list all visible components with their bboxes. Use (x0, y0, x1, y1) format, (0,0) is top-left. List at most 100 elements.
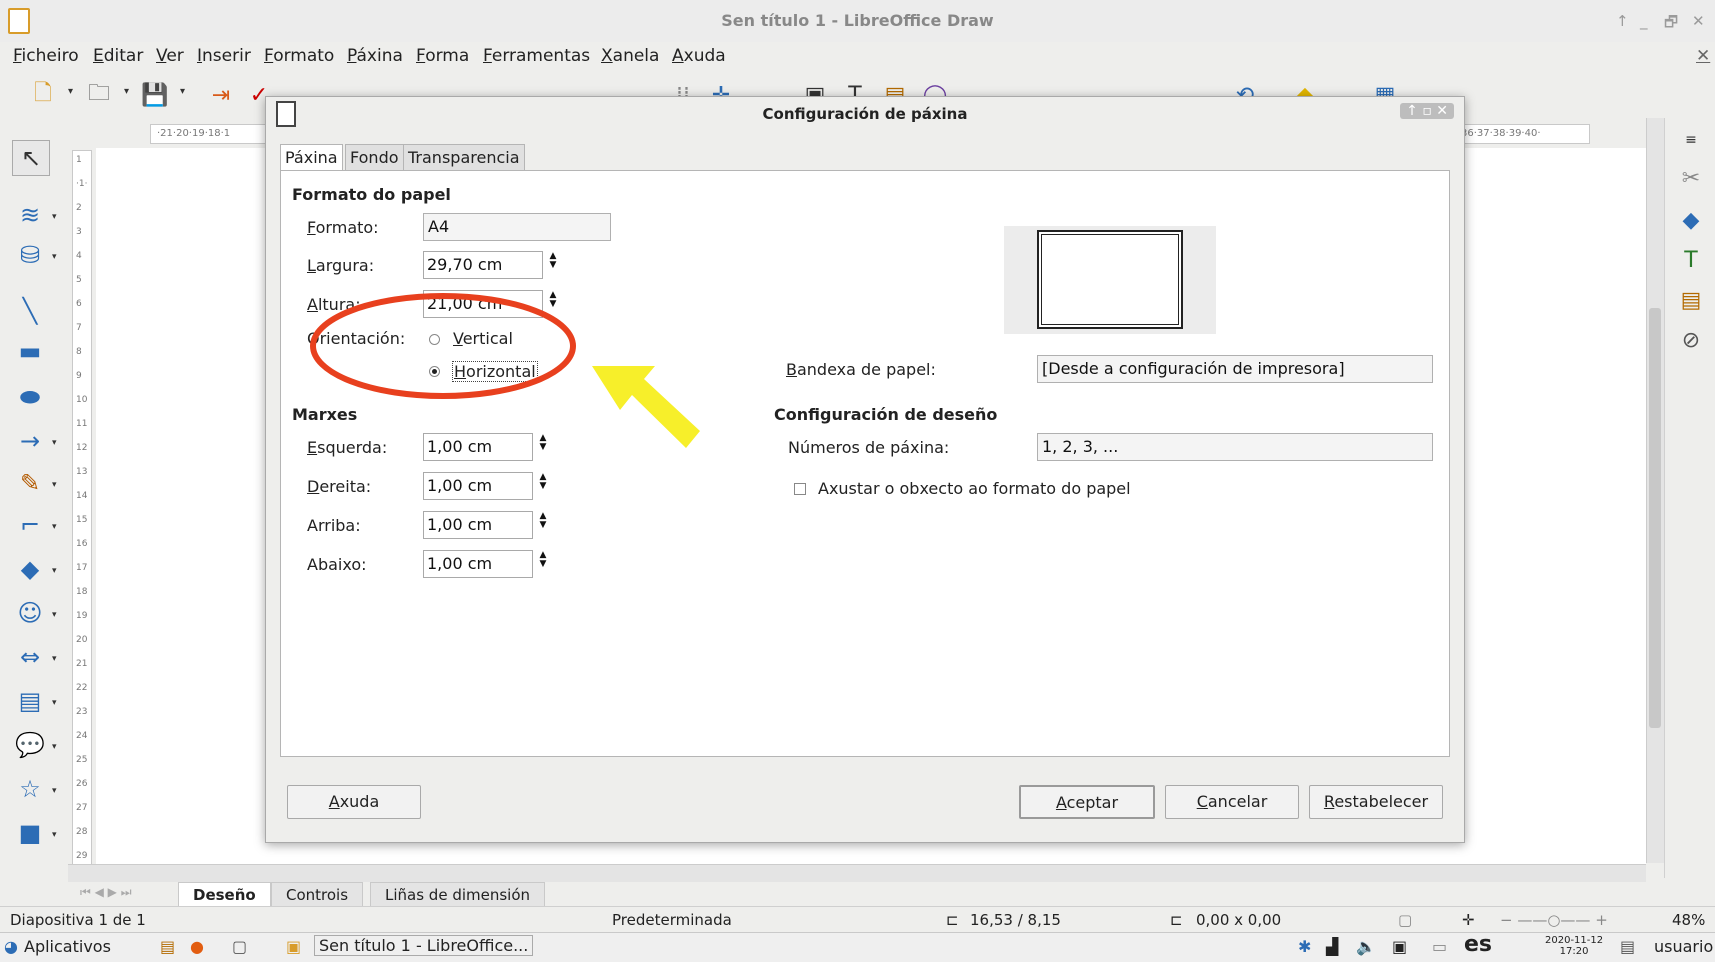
new-document-icon[interactable]: 🗋 (28, 80, 58, 110)
tab-page[interactable]: Páxina (280, 144, 343, 172)
3d-objects-dropdown-icon[interactable]: ▾ (52, 830, 57, 840)
horizontal-radio[interactable] (429, 366, 440, 377)
ok-button[interactable]: Aceptar (1019, 785, 1155, 819)
display-icon[interactable]: ▣ (1392, 937, 1407, 956)
open-folder-icon[interactable]: 🗀 (84, 80, 114, 110)
files-icon[interactable]: ▤ (160, 937, 175, 956)
fill-color-icon[interactable]: ⛁ (12, 238, 48, 272)
select-arrow-icon[interactable]: ↖ (12, 140, 50, 176)
cancel-button[interactable]: Cancelar (1165, 785, 1299, 819)
callouts-icon[interactable]: 💬 (12, 728, 48, 762)
block-arrows-dropdown-icon[interactable]: ▾ (52, 654, 57, 664)
open-dropdown-icon[interactable]: ▾ (124, 86, 129, 97)
window-up-icon[interactable]: ↑ (1616, 12, 1629, 30)
stars-dropdown-icon[interactable]: ▾ (52, 786, 57, 796)
styles-icon[interactable]: T (1677, 246, 1705, 274)
stars-icon[interactable]: ☆ (12, 772, 48, 806)
apps-menu-icon[interactable]: ◕ (4, 937, 18, 956)
tab-transparency[interactable]: Transparencia (403, 144, 525, 171)
taskbar-window-button[interactable]: Sen título 1 - LibreOffice... (314, 935, 534, 956)
menu-inserir[interactable]: Inserir (197, 46, 251, 66)
properties-icon[interactable]: ✂ (1677, 164, 1705, 192)
connector-dropdown-icon[interactable]: ▾ (52, 522, 57, 532)
tab-layout[interactable]: Deseño (178, 882, 271, 908)
symbol-shapes-icon[interactable]: ☺ (12, 596, 48, 630)
height-spinner[interactable]: ▲ ▼ (548, 291, 558, 317)
basic-shapes-dropdown-icon[interactable]: ▾ (52, 566, 57, 576)
firefox-icon[interactable]: ● (190, 937, 204, 956)
arrow-line-icon[interactable]: → (12, 424, 48, 458)
help-button[interactable]: Axuda (287, 785, 421, 819)
tab-dimension-lines[interactable]: Liñas de dimensión (370, 882, 546, 908)
fit-object-label[interactable]: Axustar o obxecto ao formato do papel (818, 479, 1131, 498)
volume-icon[interactable]: 🔈 (1356, 937, 1376, 956)
window-close-icon[interactable]: ✕ (1692, 12, 1705, 30)
window-minimize-icon[interactable]: _ (1640, 12, 1648, 30)
flowchart-dropdown-icon[interactable]: ▾ (52, 698, 57, 708)
user-icon[interactable]: ▤ (1620, 937, 1635, 956)
menu-forma[interactable]: Forma (416, 46, 469, 66)
new-dropdown-icon[interactable]: ▾ (68, 86, 73, 97)
tab-navigation-icon[interactable]: ⏮ ◀ ▶ ⏭ (80, 885, 132, 900)
menu-ferramentas[interactable]: Ferramentas (483, 46, 590, 66)
network-icon[interactable]: ▟ (1326, 937, 1338, 956)
menu-editar[interactable]: Editar (93, 46, 143, 66)
width-field[interactable]: 29,70 cm (423, 251, 543, 279)
menu-formato[interactable]: Formato (264, 46, 334, 66)
format-select[interactable]: A4 (423, 213, 611, 241)
navigator-icon[interactable]: ⊘ (1677, 326, 1705, 354)
vertical-radio[interactable] (429, 334, 440, 345)
callouts-dropdown-icon[interactable]: ▾ (52, 742, 57, 752)
symbol-shapes-dropdown-icon[interactable]: ▾ (52, 610, 57, 620)
flowchart-icon[interactable]: ▤ (12, 684, 48, 718)
right-margin-field[interactable]: 1,00 cm (423, 472, 533, 500)
bottom-margin-field[interactable]: 1,00 cm (423, 550, 533, 578)
vertical-label[interactable]: Vertical (453, 329, 513, 348)
menu-ver[interactable]: Ver (156, 46, 184, 66)
apps-menu-label[interactable]: Aplicativos (24, 937, 111, 956)
clock[interactable]: 2020-11-12 17:20 (1545, 935, 1603, 957)
block-arrows-icon[interactable]: ⇔ (12, 640, 48, 674)
keyboard-layout[interactable]: es (1464, 932, 1492, 957)
pencil-icon[interactable]: ✎ (12, 466, 48, 500)
save-icon[interactable]: 💾 (140, 80, 170, 110)
left-margin-field[interactable]: 1,00 cm (423, 433, 533, 461)
vertical-scrollbar[interactable] (1646, 118, 1665, 863)
zoom-level[interactable]: 48% (1672, 911, 1705, 929)
export-icon[interactable]: ⇥ (206, 80, 236, 110)
menu-ficheiro[interactable]: Ficheiro (13, 46, 79, 66)
basic-shapes-icon[interactable]: ◆ (12, 552, 48, 586)
fit-page-icon[interactable]: ✛ (1462, 911, 1475, 929)
line-color-icon[interactable]: ≋ (12, 198, 48, 232)
save-dropdown-icon[interactable]: ▾ (180, 86, 185, 97)
menu-paxina[interactable]: Páxina (347, 46, 403, 66)
paper-tray-select[interactable]: [Desde a configuración de impresora] (1037, 355, 1433, 383)
left-margin-spinner[interactable]: ▲ ▼ (538, 434, 548, 460)
window-restore-icon[interactable]: 🗗 (1664, 12, 1678, 37)
line-tool-icon[interactable]: ╲ (12, 294, 48, 328)
horizontal-label[interactable]: Horizontal (452, 361, 538, 382)
reset-button[interactable]: Restabelecer (1309, 785, 1443, 819)
menu-xanela[interactable]: Xanela (601, 46, 659, 66)
screenshot-icon[interactable]: ▢ (232, 937, 247, 956)
dialog-window-controls[interactable]: ↑ ▫ ✕ (1400, 103, 1454, 119)
page-numbers-select[interactable]: 1, 2, 3, ... (1037, 433, 1433, 461)
connector-icon[interactable]: ⌐ (12, 508, 48, 542)
bottom-margin-spinner[interactable]: ▲ ▼ (538, 551, 548, 577)
arrow-line-dropdown-icon[interactable]: ▾ (52, 438, 57, 448)
horizontal-scrollbar[interactable] (68, 864, 1646, 883)
ellipse-tool-icon[interactable]: ⬬ (12, 380, 48, 414)
tab-controls[interactable]: Controis (271, 882, 364, 908)
fit-object-checkbox[interactable] (794, 483, 806, 495)
sidebar-menu-icon[interactable]: ≡ (1677, 126, 1705, 154)
battery-icon[interactable]: ▭ (1432, 937, 1447, 956)
curve-dropdown-icon[interactable]: ▾ (52, 480, 57, 490)
width-spinner[interactable]: ▲ ▼ (548, 252, 558, 278)
gallery-icon[interactable]: ▤ (1677, 286, 1705, 314)
line-color-dropdown-icon[interactable]: ▾ (52, 212, 57, 222)
bluetooth-icon[interactable]: ✱ (1298, 937, 1311, 956)
fill-color-dropdown-icon[interactable]: ▾ (52, 252, 57, 262)
height-field[interactable]: 21,00 cm (423, 290, 543, 318)
top-margin-field[interactable]: 1,00 cm (423, 511, 533, 539)
user-name[interactable]: usuario (1654, 937, 1713, 956)
